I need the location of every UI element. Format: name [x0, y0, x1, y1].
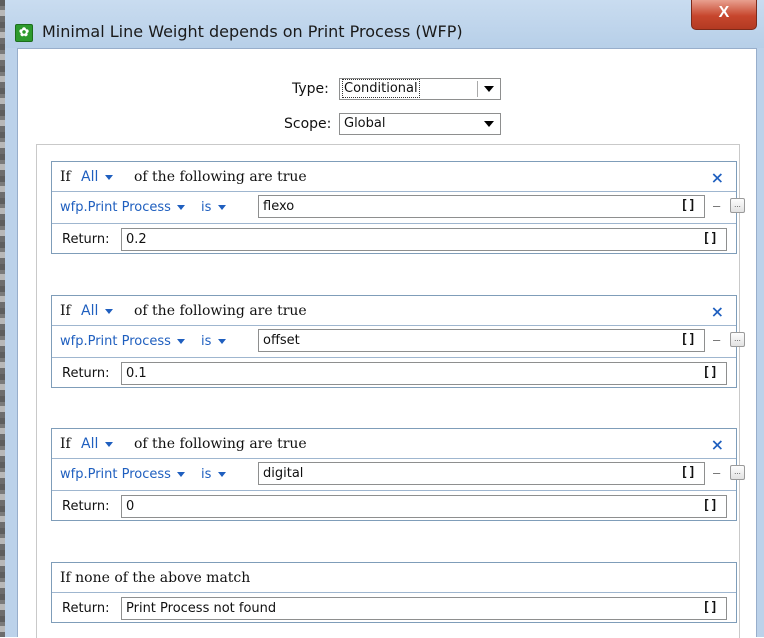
remove-condition-dash[interactable]: –	[713, 332, 720, 347]
window-title: Minimal Line Weight depends on Print Pro…	[42, 22, 463, 41]
brackets-icon[interactable]: []	[702, 365, 718, 380]
return-label: Return:	[62, 232, 110, 247]
fallback-header: If none of the above match	[52, 563, 736, 592]
return-label: Return:	[62, 499, 110, 514]
scope-dropdown[interactable]: Global	[339, 113, 501, 135]
operator-dropdown[interactable]: is	[201, 334, 226, 349]
condition-group: If All of the following are true × wfp.P…	[51, 295, 745, 389]
chevron-down-icon	[217, 205, 226, 210]
brackets-icon[interactable]: []	[702, 498, 718, 513]
title-bar[interactable]: ✿ Minimal Line Weight depends on Print P…	[5, 0, 764, 48]
scope-value: Global	[344, 116, 386, 131]
condition-value: flexo	[263, 199, 295, 214]
operator-dropdown[interactable]: is	[201, 467, 226, 482]
return-value-field[interactable]: 0.2 []	[121, 228, 727, 251]
type-value: Conditional	[342, 79, 420, 98]
chevron-down-icon	[217, 472, 226, 477]
return-value: 0.2	[126, 232, 147, 247]
if-label: If	[60, 169, 71, 185]
return-row: Return: 0.1 []	[52, 357, 736, 389]
chevron-down-icon	[177, 339, 186, 344]
brackets-icon[interactable]: []	[702, 600, 718, 615]
group-header: If All of the following are true ×	[52, 296, 736, 325]
condition-value-field[interactable]: digital []	[258, 462, 705, 485]
condition-group: If All of the following are true × wfp.P…	[51, 428, 745, 522]
condition-value: offset	[263, 333, 300, 348]
property-dropdown[interactable]: wfp.Print Process	[60, 200, 186, 215]
brackets-icon[interactable]: []	[680, 332, 696, 347]
type-label: Type:	[292, 81, 329, 97]
close-button[interactable]: X	[691, 0, 757, 30]
if-suffix-label: of the following are true	[134, 436, 307, 452]
more-options-button[interactable]: ...	[730, 332, 745, 347]
condition-value: digital	[263, 466, 304, 481]
chevron-down-icon	[104, 174, 113, 180]
return-row: Return: Print Process not found []	[52, 592, 736, 624]
remove-group-icon[interactable]: ×	[711, 435, 724, 454]
more-options-button[interactable]: ...	[730, 198, 745, 213]
return-label: Return:	[62, 601, 110, 616]
condition-value-field[interactable]: flexo []	[258, 195, 705, 218]
return-value-field[interactable]: Print Process not found []	[121, 597, 727, 620]
condition-value-field[interactable]: offset []	[258, 329, 705, 352]
return-value: Print Process not found	[126, 601, 277, 616]
quantifier-dropdown[interactable]: All	[81, 169, 113, 185]
condition-group: If All of the following are true × wfp.P…	[51, 161, 745, 255]
brackets-icon[interactable]: []	[680, 198, 696, 213]
return-value-field[interactable]: 0.1 []	[121, 362, 727, 385]
property-dropdown[interactable]: wfp.Print Process	[60, 467, 186, 482]
group-header: If All of the following are true ×	[52, 162, 736, 191]
quantifier-dropdown[interactable]: All	[81, 436, 113, 452]
remove-condition-dash[interactable]: –	[713, 198, 720, 213]
scope-label: Scope:	[284, 116, 332, 132]
if-suffix-label: of the following are true	[134, 303, 307, 319]
remove-group-icon[interactable]: ×	[711, 168, 724, 187]
chevron-down-icon	[484, 86, 494, 92]
dialog-content: Type: Conditional Scope: Global If All o…	[17, 48, 757, 638]
condition-row: wfp.Print Process is digital [] – ...	[52, 458, 745, 490]
fallback-label: If none of the above match	[60, 570, 251, 586]
chevron-down-icon	[217, 339, 226, 344]
condition-row: wfp.Print Process is flexo [] – ...	[52, 191, 745, 223]
condition-row: wfp.Print Process is offset [] – ...	[52, 325, 745, 357]
operator-dropdown[interactable]: is	[201, 200, 226, 215]
dropdown-separator	[477, 81, 478, 97]
dialog-window: ✿ Minimal Line Weight depends on Print P…	[5, 0, 764, 638]
chevron-down-icon	[104, 308, 113, 314]
brackets-icon[interactable]: []	[702, 231, 718, 246]
return-value: 0	[126, 499, 135, 514]
chevron-down-icon	[177, 205, 186, 210]
brackets-icon[interactable]: []	[680, 465, 696, 480]
if-label: If	[60, 436, 71, 452]
if-label: If	[60, 303, 71, 319]
quantifier-dropdown[interactable]: All	[81, 303, 113, 319]
group-header: If All of the following are true ×	[52, 429, 736, 458]
property-dropdown[interactable]: wfp.Print Process	[60, 334, 186, 349]
chevron-down-icon	[484, 121, 494, 127]
return-row: Return: 0 []	[52, 490, 736, 522]
app-gear-icon: ✿	[15, 24, 33, 42]
chevron-down-icon	[104, 441, 113, 447]
rules-panel: If All of the following are true × wfp.P…	[36, 144, 745, 638]
fallback-group: If none of the above match Return: Print…	[51, 562, 737, 623]
remove-condition-dash[interactable]: –	[713, 465, 720, 480]
return-value: 0.1	[126, 366, 147, 381]
return-row: Return: 0.2 []	[52, 223, 736, 255]
type-dropdown[interactable]: Conditional	[339, 78, 501, 100]
more-options-button[interactable]: ...	[730, 465, 745, 480]
chevron-down-icon	[177, 472, 186, 477]
return-value-field[interactable]: 0 []	[121, 495, 727, 518]
remove-group-icon[interactable]: ×	[711, 302, 724, 321]
if-suffix-label: of the following are true	[134, 169, 307, 185]
return-label: Return:	[62, 366, 110, 381]
